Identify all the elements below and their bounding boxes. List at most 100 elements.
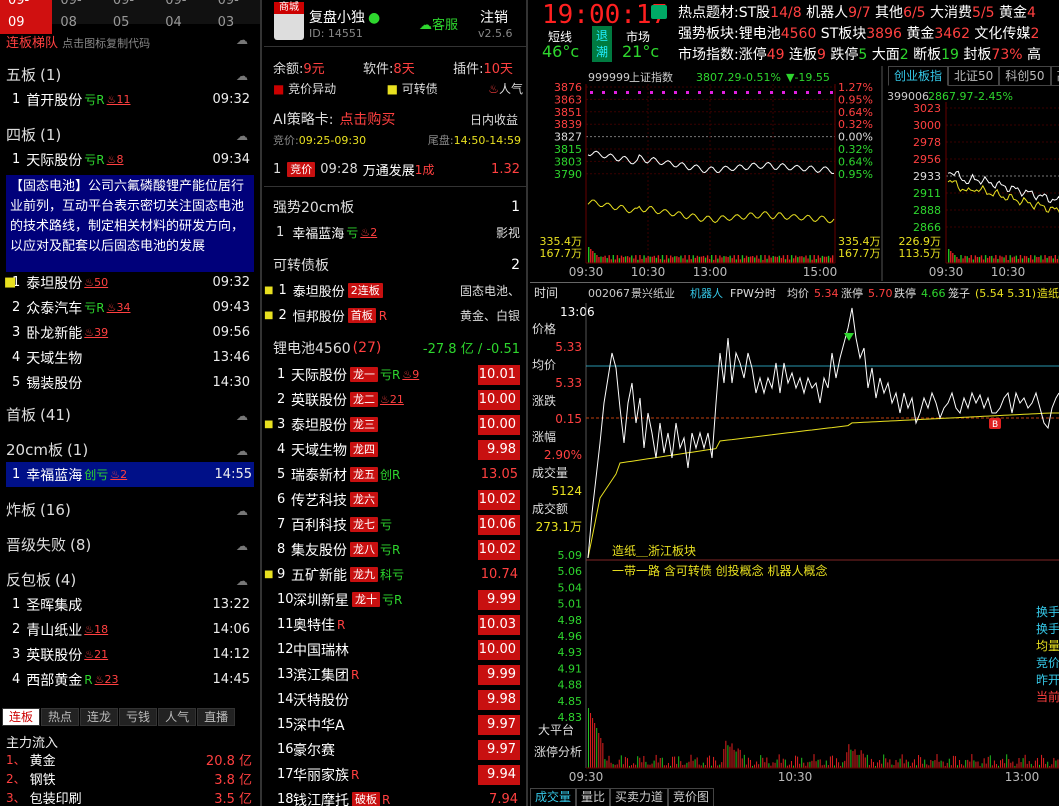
sector-stock-row[interactable]: 11 奥特佳 R 10.03 xyxy=(264,612,526,637)
y-tick: 1.27% xyxy=(838,81,873,94)
left-tab[interactable]: 亏钱 xyxy=(119,708,158,726)
y-tick: 3863 xyxy=(554,93,582,106)
sector-stock-row[interactable]: ■ 3 泰坦股份 龙三 10.00 xyxy=(264,412,526,437)
stock-tab[interactable]: 成交量 xyxy=(530,788,577,806)
y-tick: 0.32% xyxy=(838,143,873,156)
stock-name: 景兴纸业 xyxy=(631,287,675,300)
stock-tab[interactable]: 量比 xyxy=(576,788,611,806)
stock-concept: 机器人 xyxy=(690,286,723,300)
sector-stock-row[interactable]: 2 英联股份 龙二 ♨21 10.00 xyxy=(264,387,526,412)
ladder-item[interactable]: 4 天域生物 13:46 xyxy=(12,345,252,370)
cb-row[interactable]: ■ 1 泰坦股份 2连板 固态电池、 xyxy=(264,278,520,303)
y-tick: 3023 xyxy=(913,102,941,115)
short-temp: 46°c xyxy=(542,42,580,61)
date-tab[interactable]: 09-09 xyxy=(0,0,53,34)
sector-stock-row[interactable]: 14 沃特股份 9.98 xyxy=(264,687,526,712)
sector-stock-row[interactable]: 6 传艺科技 龙六 10.02 xyxy=(264,487,526,512)
cloud-icon[interactable]: ☁ xyxy=(236,504,252,518)
ladder-item[interactable]: 1 幸福蓝海 创亏 ♨2 14:55 xyxy=(6,462,254,487)
cloud-icon[interactable]: ☁ xyxy=(236,33,252,47)
ladder-item[interactable]: 4 西部黄金 R ♨23 14:45 xyxy=(12,667,252,692)
ladder-item[interactable]: 3 卧龙新能 ♨39 09:56 xyxy=(12,320,252,345)
ladder-item[interactable]: 1 圣晖集成 13:22 xyxy=(12,592,252,617)
cloud-icon[interactable]: ☁ xyxy=(236,574,252,588)
index2-pct: -2.45% xyxy=(974,90,1013,103)
left-tab[interactable]: 连板 xyxy=(2,708,41,726)
stock-tab[interactable]: 买卖力道 xyxy=(610,788,669,806)
ladder-item[interactable]: 2 众泰汽车 亏R ♨34 09:43 xyxy=(12,295,252,320)
left-tab[interactable]: 人气 xyxy=(158,708,197,726)
left-tab[interactable]: 直播 xyxy=(197,708,236,726)
stock-tab[interactable]: 竞价图 xyxy=(668,788,715,806)
flow-row: 2、 钢铁 3.8 亿 xyxy=(6,771,252,788)
cloud-icon[interactable]: ☁ xyxy=(236,409,252,423)
ladder-section[interactable]: 20cm板 (1) xyxy=(6,437,260,462)
ladder-item[interactable]: 2 青山纸业 ♨18 14:06 xyxy=(12,617,252,642)
sector-stock-row[interactable]: 8 集友股份 龙八 亏R 10.02 xyxy=(264,537,526,562)
sector-stock-row[interactable]: 1 天际股份 龙一 亏R ♨9 10.01 xyxy=(264,362,526,387)
date-tab[interactable]: 09-08 xyxy=(52,0,104,34)
service-button[interactable]: ☁客服 xyxy=(419,14,458,33)
sector-stock-row[interactable]: 18 钱江摩托 破板 R 7.94 xyxy=(264,787,526,806)
bid-row[interactable]: 1 竞价 09:28 万通发展 1成 1.32 xyxy=(273,157,520,182)
right-stat-label: 均量 xyxy=(1036,639,1059,653)
retreat-badge: 退潮 xyxy=(592,26,612,62)
time-tick: 13:00 xyxy=(693,265,728,279)
ladder-section[interactable]: 五板 (1) xyxy=(6,62,260,87)
ladder-item[interactable]: ■ 1 泰坦股份 ♨50 09:32 xyxy=(4,270,252,295)
ai-buy-link[interactable]: 点击购买 xyxy=(339,112,395,128)
ladder-section[interactable]: 首板 (41) xyxy=(6,402,260,427)
avatar[interactable]: 商城 xyxy=(274,2,304,40)
date-tab[interactable]: 09-04 xyxy=(157,0,209,34)
cloud-icon[interactable]: ☁ xyxy=(236,539,252,553)
sector-stock-row[interactable]: 13 滨江集团 R 9.99 xyxy=(264,662,526,687)
index-tab[interactable]: 北证50 xyxy=(948,66,1000,86)
y-tick: 2933 xyxy=(913,170,941,183)
stock-header-field: 5.34 xyxy=(814,287,839,300)
index-tab[interactable]: 创业板指 xyxy=(888,66,949,86)
date-tab[interactable]: 09-05 xyxy=(105,0,157,34)
sector-stock-row[interactable]: ■ 9 五矿新能 龙九 科亏 10.74 xyxy=(264,562,526,587)
left-tab[interactable]: 热点 xyxy=(41,708,80,726)
sector-stock-row[interactable]: 12 中国瑞林 10.00 xyxy=(264,637,526,662)
cb-row[interactable]: ■ 2 恒邦股份 首板 R 黄金、白银 xyxy=(264,303,520,328)
ladder-item[interactable]: 3 英联股份 ♨21 14:12 xyxy=(12,642,252,667)
date-tab[interactable]: 09-03 xyxy=(210,0,260,34)
ladder-section[interactable]: 四板 (1) xyxy=(6,122,260,147)
wechat-icon: ☁ xyxy=(419,18,432,33)
cloud-icon[interactable]: ☁ xyxy=(236,444,252,458)
ladder-section[interactable]: 反包板 (4) xyxy=(6,567,260,592)
ladder-item[interactable]: 1 首开股份 亏R ♨11 09:32 xyxy=(12,87,252,112)
sector-stock-row[interactable]: 7 百利科技 龙七亏 10.06 xyxy=(264,512,526,537)
time-tick: 09:30 xyxy=(569,265,604,279)
sector-stock-row[interactable]: 10 深圳新星 龙十 亏R 9.99 xyxy=(264,587,526,612)
sector-stock-row[interactable]: 16 豪尔赛 9.97 xyxy=(264,737,526,762)
ladder-item[interactable]: 1 天际股份 亏R ♨8 09:34 xyxy=(12,147,252,172)
left-tab[interactable]: 连龙 xyxy=(80,708,119,726)
ladder-section[interactable]: 炸板 (16) xyxy=(6,497,260,522)
sector-stock-row[interactable]: 15 深中华A 9.97 xyxy=(264,712,526,737)
price-tick: 4.88 xyxy=(558,679,583,692)
sector-stock-row[interactable]: 5 瑞泰新材 龙五 创R 13.05 xyxy=(264,462,526,487)
sector-header[interactable]: 锂电池4560 (27) -27.8 亿 / -0.51 xyxy=(273,335,520,360)
index-tab[interactable]: 科创50 xyxy=(999,66,1051,86)
cloud-icon[interactable]: ☁ xyxy=(236,129,252,143)
sector-stock-row[interactable]: 17 华丽家族 R 9.94 xyxy=(264,762,526,787)
y-tick: 0.32% xyxy=(838,118,873,131)
y-tick: 3790 xyxy=(554,168,582,181)
stock-header-field: 跌停 xyxy=(894,286,916,300)
side-label: 价格 xyxy=(532,321,556,336)
ladder-item[interactable]: 5 锡装股份 14:30 xyxy=(12,370,252,395)
sector-stock-row[interactable]: 4 天域生物 龙四 9.98 xyxy=(264,437,526,462)
platform-label[interactable]: 大平台 xyxy=(538,722,574,737)
side-value: 5.33 xyxy=(555,340,582,354)
right-stat-label: 昨开 xyxy=(1036,673,1059,687)
index-tab[interactable]: 高 xyxy=(1050,66,1059,86)
y-tick: 0.95% xyxy=(838,93,873,106)
strong-row[interactable]: 1 幸福蓝海亏 ♨2 影视 xyxy=(276,220,520,245)
logout-button[interactable]: 注销 xyxy=(480,7,508,27)
limit-analysis-label[interactable]: 涨停分析 xyxy=(534,744,582,759)
ladder-section[interactable]: 晋级失败 (8) xyxy=(6,532,260,557)
market-info-row: 市场指数:涨停49 连板9 跌停5 大面2 断板19 封板73% 高 xyxy=(678,47,1041,63)
cloud-icon[interactable]: ☁ xyxy=(236,69,252,83)
